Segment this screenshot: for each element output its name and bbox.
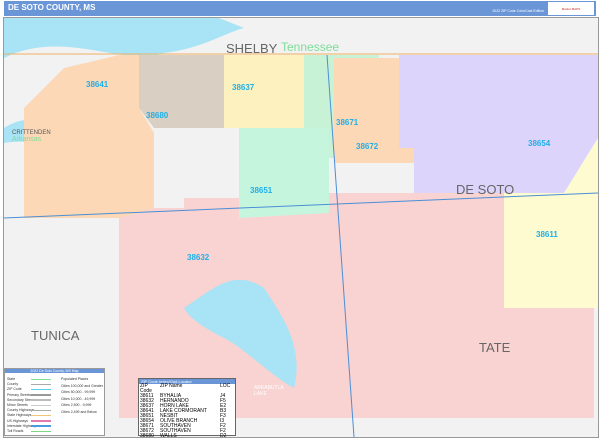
legend-place-label: Cities 2,499 and Below <box>61 409 97 414</box>
legend-line-label: Toll Roads <box>7 429 24 433</box>
zip-label: 38654 <box>528 139 551 148</box>
lake-label: ARKABUTLA LAKE <box>254 385 284 397</box>
legend-place-label: Populated Places <box>61 377 89 381</box>
table-row: 38680 WALLS D2 <box>139 434 235 439</box>
zip-label: 38672 <box>356 142 379 151</box>
legend-line-swatch <box>31 388 51 391</box>
table-cell: D2 <box>220 433 227 439</box>
zip-label: 38671 <box>336 118 359 127</box>
table-cell: 38680 <box>140 433 154 439</box>
zip-area-38654 <box>399 55 598 193</box>
legend-line-swatch <box>31 383 51 386</box>
legend-place-label: Cities 2,500 - 9,999 <box>61 403 92 407</box>
legend-line-swatch <box>31 394 51 396</box>
state-label: Arkansas <box>12 136 42 143</box>
header-bar: DE SOTO COUNTY, MS 2022 ZIP Code ColorCa… <box>4 1 596 16</box>
legend-line-label: State Highways <box>7 413 32 418</box>
legend-line-label: State <box>7 377 16 381</box>
edition-label: 2022 ZIP Code ColorCast Edition <box>492 9 544 13</box>
legend-title: 2022 De Soto County, MS Map <box>5 369 104 373</box>
zip-index-table: ZIP Code Index/Grid Locator ZIP Code ZIP… <box>138 378 236 439</box>
table-cell: WALLS <box>160 433 177 439</box>
legend-line-label: US Highways <box>7 418 29 423</box>
state-label: Tennessee <box>281 40 340 54</box>
legend-line-swatch <box>31 404 51 406</box>
legend-place-label: Cities 10,000 - 49,999 <box>61 396 96 401</box>
county-label: TUNICA <box>31 328 80 343</box>
legend-line-swatch <box>31 430 51 432</box>
county-label: SHELBY <box>226 41 278 56</box>
zip-label: 38651 <box>250 186 273 195</box>
zip-label: 38641 <box>86 80 109 89</box>
legend-line-swatch <box>31 409 51 412</box>
zip-label: 38611 <box>536 230 558 239</box>
legend-line-swatch <box>31 399 51 401</box>
legend-line-label: Minor Streets <box>7 403 28 407</box>
zip-label: 38637 <box>232 83 255 92</box>
county-label: TATE <box>479 340 511 355</box>
map-title: DE SOTO COUNTY, MS <box>8 3 96 12</box>
map-legend: 2022 De Soto County, MS Map State County Z… <box>4 368 105 436</box>
zip-label: 38680 <box>146 111 169 120</box>
logo: Market MAPS <box>548 2 594 15</box>
legend-line-swatch <box>31 414 51 417</box>
legend-line-label: Primary Streets <box>7 392 32 397</box>
county-label: DE SOTO <box>456 182 515 197</box>
legend-place-label: Cities 50,000 - 99,999 <box>61 390 96 394</box>
legend-line-label: ZIP Code <box>7 387 22 392</box>
zip-label: 38632 <box>187 253 210 262</box>
legend-place-label: Cities 100,000 and Greater <box>61 383 104 388</box>
legend-line-swatch <box>31 420 51 422</box>
legend-line-label: County <box>7 382 19 387</box>
legend-line-swatch <box>31 425 51 427</box>
legend-line-swatch <box>31 378 51 380</box>
